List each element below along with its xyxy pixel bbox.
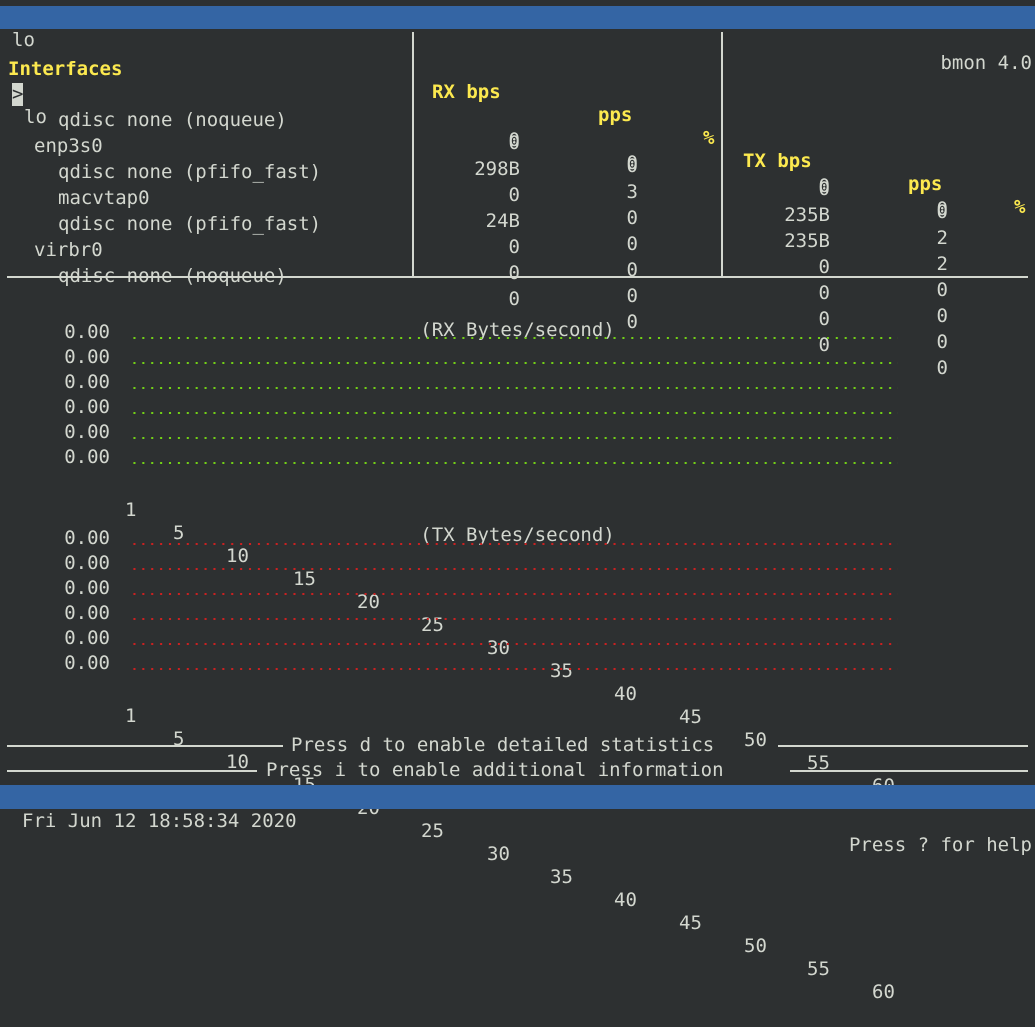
tx-x-tick-label: 55 (807, 958, 830, 980)
rx-x-axis: 1 5 10 15 20 25 30 35 40 45 50 55 60 (0, 476, 1035, 797)
tx-y-tick-label: 0.00 (64, 552, 110, 574)
rx-y-tick-label: 0.00 (64, 371, 110, 393)
rx-y-tick-label: 0.00 (64, 421, 110, 443)
tx-y-tick-label: 0.00 (64, 652, 110, 674)
tx-graph-row (130, 543, 898, 545)
detailed-statistics-hint-text: Press d to enable detailed statistics (291, 734, 715, 756)
rx-y-tick-label: 0.00 (64, 346, 110, 368)
tx-y-tick-label: 0.00 (64, 527, 110, 549)
help-hint: Press ? for help (848, 834, 1032, 856)
tx-graph-row (130, 593, 898, 595)
tx-x-axis: 1 5 10 15 20 25 30 35 40 45 50 55 60 (0, 682, 1035, 1003)
rx-graph-row (130, 462, 898, 464)
rx-y-tick-label: 0.00 (64, 446, 110, 468)
rx-graph-row (130, 337, 898, 339)
table-row[interactable]: > lo 0 0 0 0 (0, 60, 1035, 220)
tx-x-tick-label: 50 (744, 935, 767, 957)
rx-x-tick-label: 45 (679, 706, 702, 728)
rx-graph-row (130, 437, 898, 439)
rx-graph-row (130, 387, 898, 389)
additional-information-hint-text: Press i to enable additional information (266, 759, 724, 781)
tx-x-tick-label: 60 (872, 981, 895, 1003)
status-bar: Fri Jun 12 18:58:34 2020 Press ? for hel… (0, 785, 1035, 856)
rx-bps-value: 0 (508, 262, 520, 284)
rx-graph-row (130, 362, 898, 364)
tx-x-tick-label: 40 (614, 889, 637, 911)
tx-y-tick-label: 0.00 (64, 627, 110, 649)
tx-y-tick-label: 0.00 (64, 577, 110, 599)
rx-graph-row (130, 412, 898, 414)
table-row[interactable]: macvtap0 24B 0 0 0 (0, 164, 1035, 301)
table-row[interactable]: qdisc none (noqueue) 0 0 0 0 (0, 86, 1035, 223)
tx-graph-row (130, 643, 898, 645)
tx-x-tick-label: 30 (487, 843, 510, 865)
table-row[interactable]: qdisc none (noqueue) 0 0 0 0 (0, 242, 1035, 379)
rx-y-tick-label: 0.00 (64, 396, 110, 418)
table-row[interactable]: qdisc none (pfifo_fast) 0 0 235B 2 (0, 138, 1035, 275)
tx-x-tick-label: 1 (125, 705, 137, 727)
tx-x-tick-label: 45 (679, 912, 702, 934)
table-row[interactable]: qdisc none (pfifo_fast) 0 0 0 0 (0, 190, 1035, 327)
tx-x-tick-label: 25 (421, 820, 444, 842)
table-bottom-separator (7, 276, 1028, 278)
table-header: Interfaces RX bps pps % TX bps pps % (0, 35, 1035, 218)
tx-x-tick-label: 35 (550, 866, 573, 888)
datetime-label: Fri Jun 12 18:58:34 2020 (22, 810, 297, 832)
tx-graph-row (130, 618, 898, 620)
title-bar: lo bmon 4.0 (0, 6, 1035, 74)
rx-y-tick-label: 0.00 (64, 321, 110, 343)
tx-y-tick-label: 0.00 (64, 602, 110, 624)
table-row[interactable]: enp3s0 298B 3 235B 2 (0, 112, 1035, 249)
tx-graph-row (130, 568, 898, 570)
additional-information-hint: Press i to enable additional information (0, 759, 1035, 782)
detailed-statistics-hint: Press d to enable detailed statistics (0, 734, 1035, 757)
tx-graph-row (130, 668, 898, 670)
table-row[interactable]: virbr0 0 0 0 0 (0, 216, 1035, 353)
